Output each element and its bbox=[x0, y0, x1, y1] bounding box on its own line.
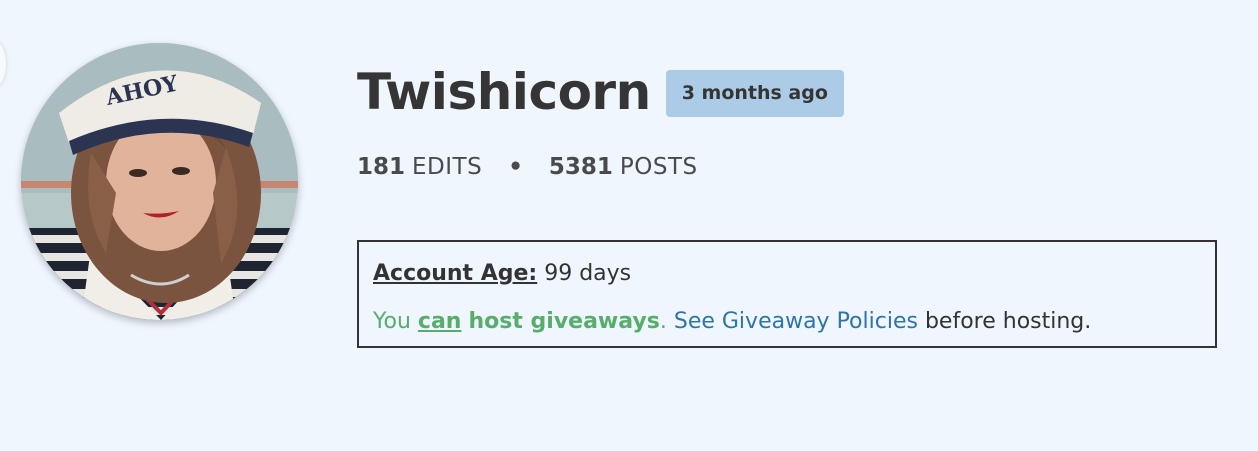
username[interactable]: Twishicorn bbox=[357, 56, 651, 128]
host-prefix: You bbox=[373, 309, 411, 334]
edge-control[interactable] bbox=[0, 42, 6, 86]
profile-info: Twishicorn 3 months ago 181 EDITS • 5381… bbox=[357, 56, 1237, 348]
joined-badge: 3 months ago bbox=[665, 69, 844, 117]
account-age-label: Account Age: bbox=[373, 261, 538, 286]
giveaway-status-line: You can host giveaways. See Giveaway Pol… bbox=[373, 306, 1201, 338]
host-text: host giveaways bbox=[468, 309, 660, 334]
stats-separator: • bbox=[508, 154, 523, 180]
edits-count[interactable]: 181 bbox=[357, 154, 405, 180]
posts-label[interactable]: POSTS bbox=[620, 154, 698, 180]
user-stats: 181 EDITS • 5381 POSTS bbox=[357, 154, 698, 180]
edits-label[interactable]: EDITS bbox=[412, 154, 482, 180]
avatar-image: AHOY bbox=[21, 43, 298, 320]
account-age-line: Account Age: 99 days bbox=[373, 258, 1201, 290]
avatar[interactable]: AHOY bbox=[21, 43, 298, 320]
account-age-box: Account Age: 99 days You can host giveaw… bbox=[357, 240, 1217, 348]
host-suffix: before hosting. bbox=[924, 309, 1092, 334]
account-age-value: 99 days bbox=[544, 261, 632, 286]
profile-page: AHOY Twishicorn 3 months ago 181 EDITS •… bbox=[0, 0, 1258, 451]
host-can: can bbox=[417, 309, 462, 334]
posts-count[interactable]: 5381 bbox=[549, 154, 613, 180]
giveaway-policies-link[interactable]: See Giveaway Policies bbox=[674, 309, 918, 334]
host-period: . bbox=[659, 309, 667, 334]
name-row: Twishicorn 3 months ago bbox=[357, 56, 1237, 128]
